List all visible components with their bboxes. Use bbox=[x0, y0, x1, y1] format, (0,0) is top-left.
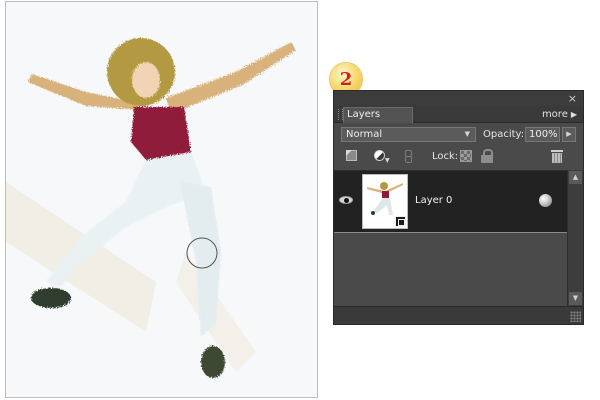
more-label: more bbox=[541, 109, 568, 120]
document-canvas[interactable] bbox=[5, 1, 318, 398]
layer-row[interactable]: Layer 0 bbox=[334, 171, 567, 233]
panel-tab-bar: Layers more ▶ bbox=[334, 106, 583, 123]
resize-grip-icon[interactable] bbox=[570, 311, 581, 322]
eye-icon[interactable] bbox=[339, 193, 354, 208]
tab-layers[interactable]: Layers bbox=[343, 107, 413, 123]
chevron-down-icon: ▼ bbox=[464, 130, 470, 138]
scroll-down-icon[interactable]: ▼ bbox=[569, 292, 582, 305]
lock-transparency-icon[interactable] bbox=[459, 149, 473, 163]
layer-name[interactable]: Layer 0 bbox=[415, 195, 452, 207]
opacity-slider-toggle[interactable]: ▶ bbox=[562, 127, 576, 142]
layers-panel: × Layers more ▶ Normal ▼ Opacity: 100% ▶ … bbox=[333, 90, 584, 325]
lock-all-icon[interactable] bbox=[480, 149, 494, 163]
blend-mode-select[interactable]: Normal ▼ bbox=[341, 127, 476, 142]
scroll-up-icon[interactable]: ▲ bbox=[569, 171, 582, 184]
panel-footer bbox=[334, 306, 583, 324]
triangle-right-icon: ▶ bbox=[570, 110, 577, 119]
layer-list: Layer 0 bbox=[334, 170, 567, 306]
opacity-label: Opacity: bbox=[483, 129, 525, 140]
link-layers-icon[interactable] bbox=[401, 149, 415, 163]
photo-dancer bbox=[6, 2, 317, 397]
trash-icon[interactable] bbox=[550, 149, 564, 163]
lock-label: Lock: bbox=[432, 151, 459, 162]
layer-style-icon[interactable] bbox=[539, 194, 552, 207]
opacity-field[interactable]: 100% bbox=[525, 127, 560, 142]
smart-object-badge-icon bbox=[395, 216, 406, 227]
layer-thumbnail bbox=[362, 174, 408, 229]
more-menu-button[interactable]: more ▶ bbox=[542, 107, 577, 122]
layer-list-scrollbar[interactable]: ▲ ▼ bbox=[567, 170, 583, 306]
close-icon[interactable]: × bbox=[568, 91, 577, 106]
adjustment-layer-icon[interactable]: ▼ bbox=[373, 149, 390, 164]
new-layer-icon[interactable] bbox=[345, 149, 359, 163]
blend-mode-value: Normal bbox=[346, 129, 383, 140]
panel-title-bar[interactable]: × bbox=[334, 91, 583, 106]
